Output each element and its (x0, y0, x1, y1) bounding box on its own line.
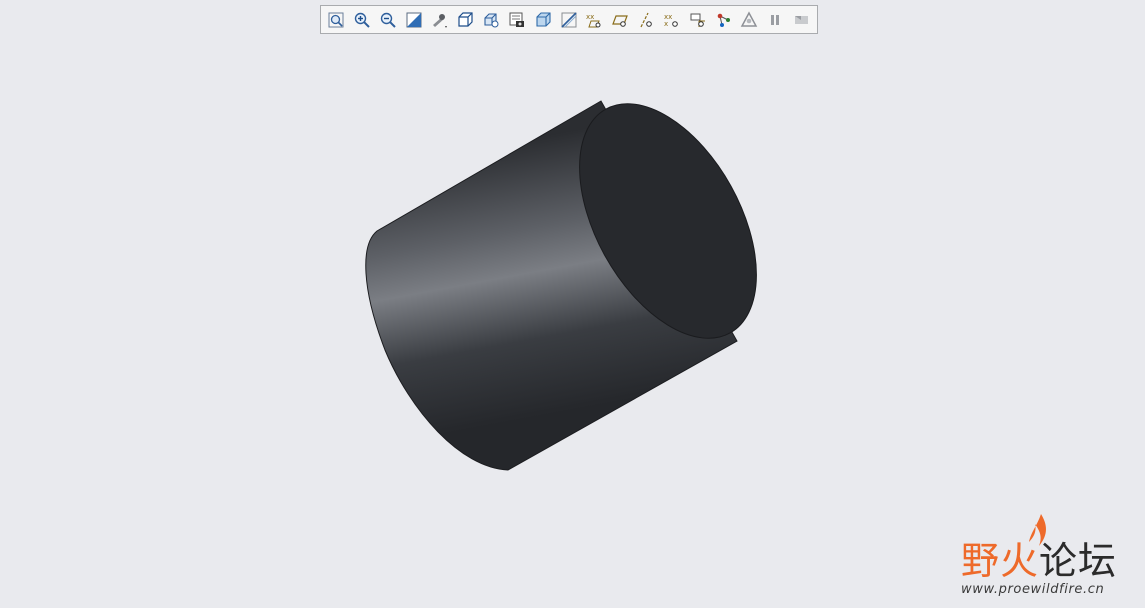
pause-button[interactable] (765, 10, 785, 30)
plane-display-icon (612, 14, 629, 27)
zoom-out-icon (380, 12, 396, 28)
regenerate-icon (795, 15, 809, 24)
regenerate-button[interactable] (791, 10, 811, 30)
view-manager-icon (536, 11, 551, 27)
svg-text:xx: xx (586, 13, 594, 21)
datum-display-icon: xx (586, 13, 601, 27)
perspective-view-icon (433, 13, 448, 28)
datum-display-button[interactable]: xx (584, 10, 604, 30)
csys-display-icon (690, 13, 705, 27)
refit-button[interactable] (326, 10, 346, 30)
watermark-title-accent: 野火 (961, 539, 1040, 583)
perspective-view-button[interactable] (429, 10, 449, 30)
graphics-viewport[interactable]: xx xx x 野火论坛 www.proewildfire.cn (0, 0, 1145, 608)
named-views-button[interactable] (481, 10, 501, 30)
forum-watermark: 野火论坛 www.proewildfire.cn (961, 512, 1131, 602)
view-toolbar: xx xx x (320, 5, 818, 34)
section-button[interactable] (559, 10, 579, 30)
repaint-button[interactable] (404, 10, 424, 30)
svg-text:x: x (664, 20, 668, 28)
spin-center-icon (741, 10, 758, 27)
csys-display-button[interactable] (688, 10, 708, 30)
display-style-icon (458, 11, 473, 27)
zoom-in-button[interactable] (352, 10, 372, 30)
saved-orientations-icon (509, 12, 524, 27)
watermark-url: www.proewildfire.cn (961, 582, 1105, 597)
annotation-display-icon (717, 13, 730, 27)
view-manager-button[interactable] (533, 10, 553, 30)
named-views-icon (484, 12, 499, 27)
axis-display-icon (640, 12, 652, 27)
zoom-in-icon (354, 12, 370, 28)
pause-icon (771, 14, 780, 25)
watermark-title: 野火论坛 (961, 530, 1117, 585)
annotation-display-button[interactable] (714, 10, 734, 30)
repaint-icon (406, 12, 421, 27)
section-icon (560, 11, 577, 28)
saved-orientations-button[interactable] (507, 10, 527, 30)
point-display-icon: xxx (664, 13, 678, 28)
point-display-button[interactable]: xx x (662, 10, 682, 30)
plane-display-button[interactable] (610, 10, 630, 30)
axis-display-button[interactable] (636, 10, 656, 30)
watermark-title-rest: 论坛 (1039, 539, 1118, 583)
display-style-button[interactable] (455, 10, 475, 30)
spin-center-button[interactable] (740, 10, 760, 30)
zoom-out-button[interactable] (378, 10, 398, 30)
refit-icon (328, 12, 344, 27)
